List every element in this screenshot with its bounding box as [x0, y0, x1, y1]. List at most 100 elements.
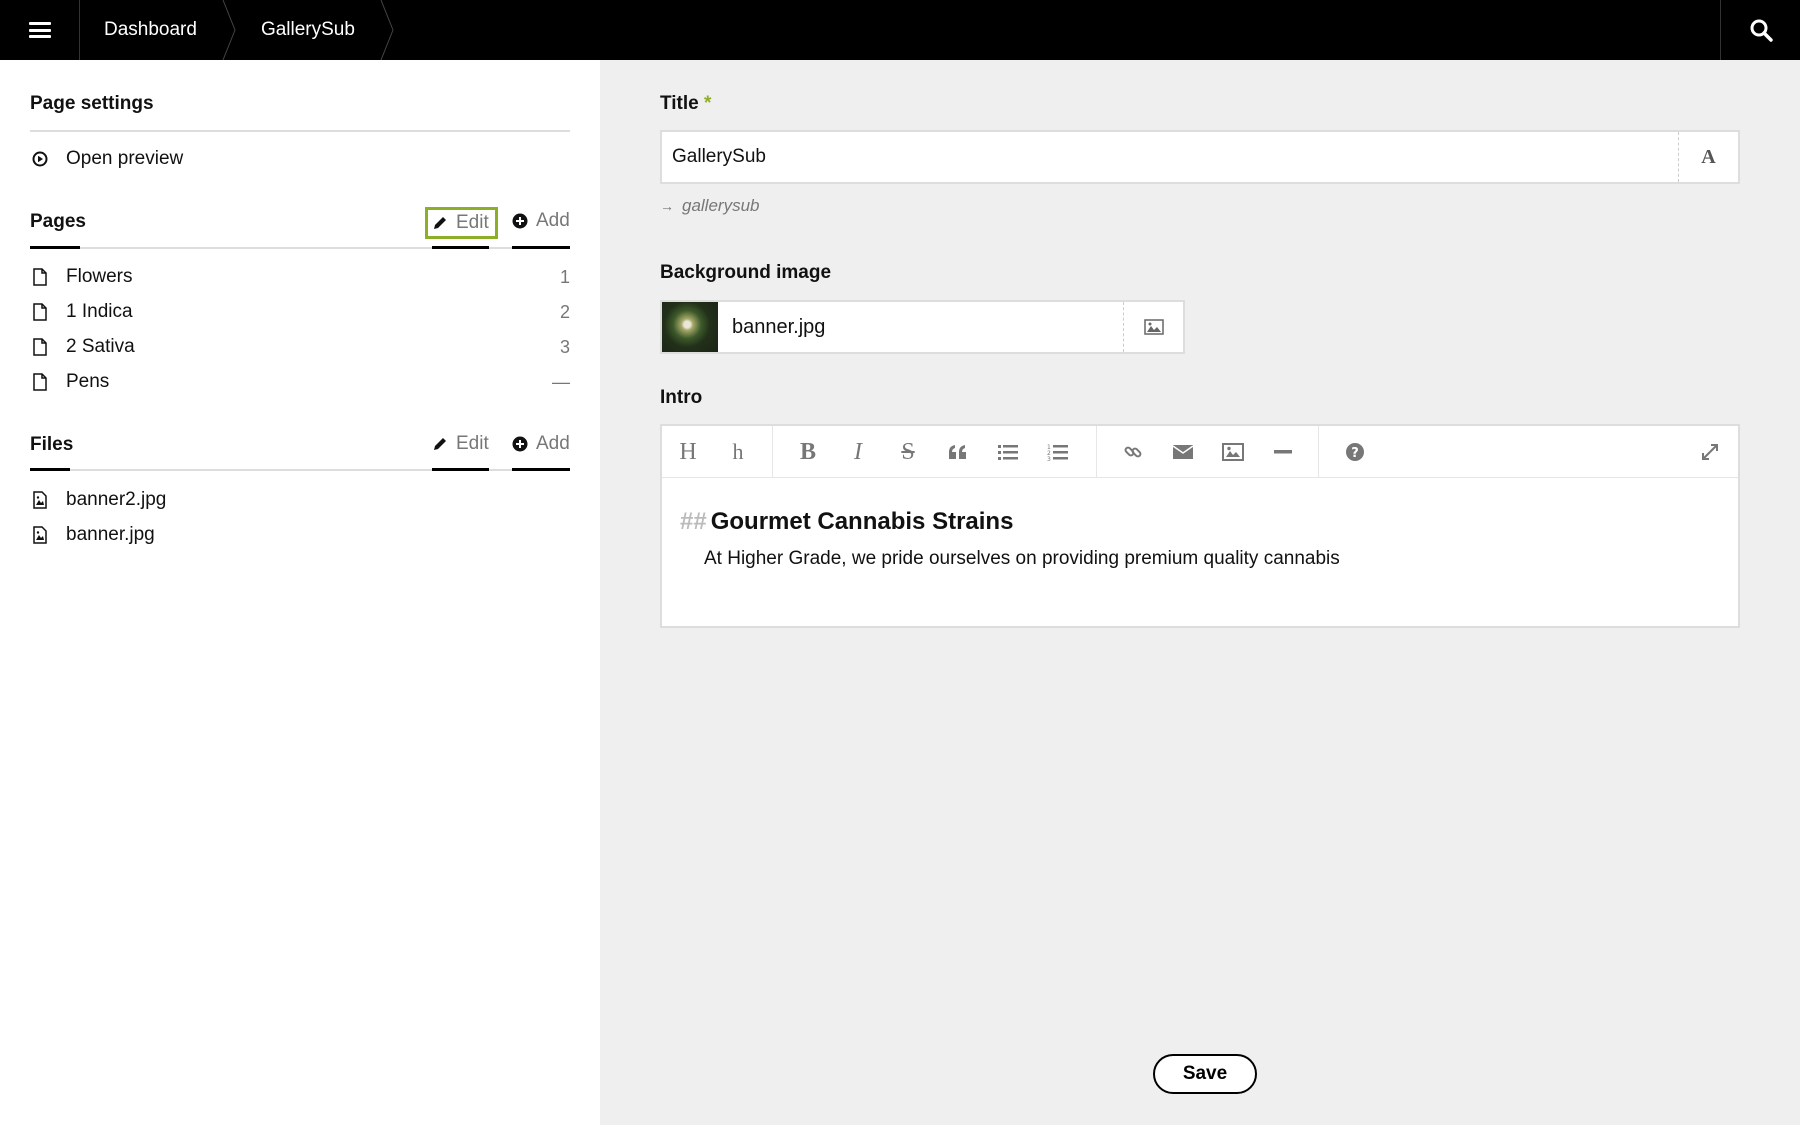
- toolbar-separator: [1096, 426, 1097, 478]
- image-icon: [1222, 443, 1244, 461]
- add-underline: [512, 246, 570, 249]
- file-label: banner2.jpg: [66, 489, 167, 510]
- list-item[interactable]: banner.jpg: [30, 520, 570, 550]
- breadcrumb-gallerysub[interactable]: GallerySub: [237, 0, 379, 60]
- fullscreen-button[interactable]: [1694, 436, 1726, 468]
- add-underline: [512, 468, 570, 471]
- question-circle-icon: ?: [1346, 443, 1364, 461]
- heading1-button[interactable]: H: [672, 436, 704, 468]
- heading2-button[interactable]: h: [722, 436, 754, 468]
- title-case-addon[interactable]: A: [1678, 132, 1738, 182]
- pages-underline: [30, 246, 80, 249]
- strikethrough-button[interactable]: S: [892, 436, 924, 468]
- files-add-label: Add: [536, 433, 570, 454]
- edit-underline: [432, 246, 489, 249]
- slug-text: gallerysub: [682, 196, 760, 215]
- envelope-icon: [1172, 445, 1194, 459]
- list-item[interactable]: 2 Sativa 3: [30, 332, 570, 362]
- quote-icon: [949, 445, 966, 459]
- page-number: 1: [559, 266, 570, 287]
- intro-heading-text: Gourmet Cannabis Strains: [710, 508, 1014, 535]
- hamburger-icon: [28, 22, 51, 38]
- pages-title: Pages: [30, 211, 86, 232]
- list-item[interactable]: Flowers 1: [30, 262, 570, 292]
- background-image-label: Background image: [660, 262, 832, 283]
- expand-icon: [1702, 444, 1718, 460]
- save-button[interactable]: Save: [1153, 1054, 1257, 1094]
- breadcrumb-label: GallerySub: [260, 19, 355, 40]
- breadcrumb: Dashboard GallerySub: [80, 0, 395, 60]
- pages-edit-label: Edit: [456, 212, 489, 233]
- numbered-list-button[interactable]: 123: [1042, 436, 1074, 468]
- pages-add-button[interactable]: Add: [512, 210, 570, 232]
- breadcrumb-separator-icon: [221, 0, 237, 60]
- sidebar: Page settings Open preview Pages Edit Ad…: [0, 60, 600, 1125]
- minus-icon: [1274, 450, 1292, 454]
- link-icon: [1124, 446, 1142, 458]
- background-image-field[interactable]: banner.jpg: [660, 300, 1185, 354]
- pages-add-label: Add: [536, 210, 570, 231]
- file-label: banner.jpg: [66, 524, 155, 545]
- italic-button[interactable]: I: [842, 436, 874, 468]
- title-label-text: Title: [660, 93, 699, 114]
- slug-preview: → gallerysub: [660, 196, 760, 216]
- divider: [30, 130, 570, 132]
- files-title: Files: [30, 434, 74, 455]
- page-label: 1 Indica: [66, 301, 133, 322]
- search-button[interactable]: [1720, 0, 1800, 60]
- pages-edit-button[interactable]: Edit: [425, 207, 498, 239]
- intro-label: Intro: [660, 387, 703, 408]
- editor-toolbar: H h B I S 123 ?: [662, 426, 1738, 478]
- title-field: A: [660, 130, 1740, 184]
- breadcrumb-label: Dashboard: [104, 19, 197, 40]
- open-preview-link[interactable]: Open preview: [30, 148, 183, 170]
- intro-paragraph: At Higher Grade, we pride ourselves on p…: [704, 548, 1340, 569]
- image-picker-button[interactable]: [1123, 302, 1183, 352]
- top-bar: Dashboard GallerySub: [0, 0, 1800, 60]
- files-edit-label: Edit: [456, 433, 489, 454]
- arrow-right-icon: →: [660, 198, 674, 214]
- page-label: 2 Sativa: [66, 336, 135, 357]
- divider: [30, 247, 570, 249]
- quote-button[interactable]: [942, 436, 974, 468]
- help-button[interactable]: ?: [1339, 436, 1371, 468]
- edit-underline: [432, 468, 489, 471]
- list-item[interactable]: banner2.jpg: [30, 485, 570, 515]
- email-button[interactable]: [1167, 436, 1199, 468]
- page-label: Flowers: [66, 266, 133, 287]
- title-input[interactable]: [662, 132, 1678, 182]
- plus-circle-icon: [512, 436, 528, 452]
- numbered-list-icon: 123: [1047, 444, 1068, 461]
- page-number: —: [552, 371, 570, 392]
- play-circle-icon: [30, 149, 50, 169]
- title-label: Title *: [660, 93, 711, 115]
- list-item[interactable]: 1 Indica 2: [30, 297, 570, 327]
- files-add-button[interactable]: Add: [512, 433, 570, 455]
- image-filename: banner.jpg: [732, 315, 826, 338]
- horizontal-rule-button[interactable]: [1267, 436, 1299, 468]
- image-thumbnail: [662, 302, 718, 352]
- menu-button[interactable]: [0, 0, 80, 60]
- file-icon: [30, 338, 50, 356]
- breadcrumb-dashboard[interactable]: Dashboard: [80, 0, 221, 60]
- image-file-icon: [30, 491, 50, 509]
- main-content: Title * A → gallerysub Background image …: [600, 60, 1800, 1125]
- image-button[interactable]: [1217, 436, 1249, 468]
- editor-content[interactable]: ## Gourmet Cannabis Strains At Higher Gra…: [680, 508, 1340, 570]
- files-edit-button[interactable]: Edit: [432, 433, 489, 455]
- link-button[interactable]: [1117, 436, 1149, 468]
- svg-text:3: 3: [1047, 456, 1051, 461]
- required-mark: *: [704, 93, 712, 114]
- page-settings-title: Page settings: [30, 93, 154, 114]
- markdown-editor: H h B I S 123 ? ## Gourmet Cannabis Stra…: [660, 424, 1740, 628]
- file-icon: [30, 373, 50, 391]
- bold-button[interactable]: B: [792, 436, 824, 468]
- toolbar-separator: [772, 426, 773, 478]
- search-icon: [1750, 19, 1773, 42]
- heading-marker: ##: [680, 508, 707, 535]
- page-number: 3: [559, 336, 570, 357]
- files-underline: [30, 468, 70, 471]
- image-icon: [1143, 319, 1164, 335]
- list-item[interactable]: Pens —: [30, 367, 570, 397]
- bullet-list-button[interactable]: [992, 436, 1024, 468]
